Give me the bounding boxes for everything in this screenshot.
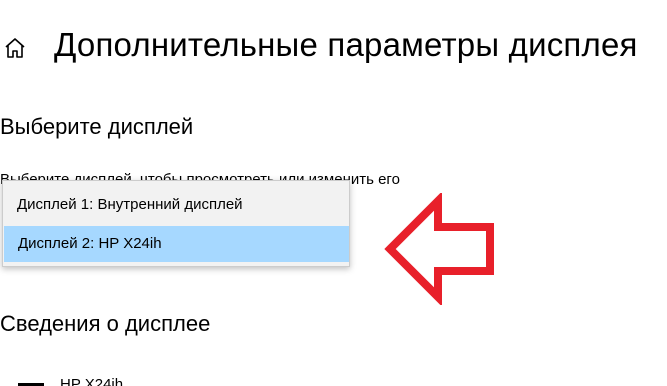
display-dropdown-list[interactable]: Дисплей 1: Внутренний дисплей Дисплей 2:…	[2, 180, 350, 267]
dropdown-option-display-2[interactable]: Дисплей 2: HP X24ih	[4, 226, 349, 262]
home-icon[interactable]	[4, 36, 26, 60]
monitor-name: HP X24ih	[60, 376, 124, 386]
select-display-heading: Выберите дисплей	[0, 114, 194, 139]
page-title: Дополнительные параметры дисплея	[54, 26, 638, 63]
advanced-display-settings-page: Дополнительные параметры дисплея Выберит…	[0, 0, 667, 386]
red-arrow-left-icon	[384, 193, 494, 305]
dropdown-option-display-1[interactable]: Дисплей 1: Внутренний дисплей	[3, 187, 349, 223]
display-info-heading: Сведения о дисплее	[0, 311, 211, 336]
